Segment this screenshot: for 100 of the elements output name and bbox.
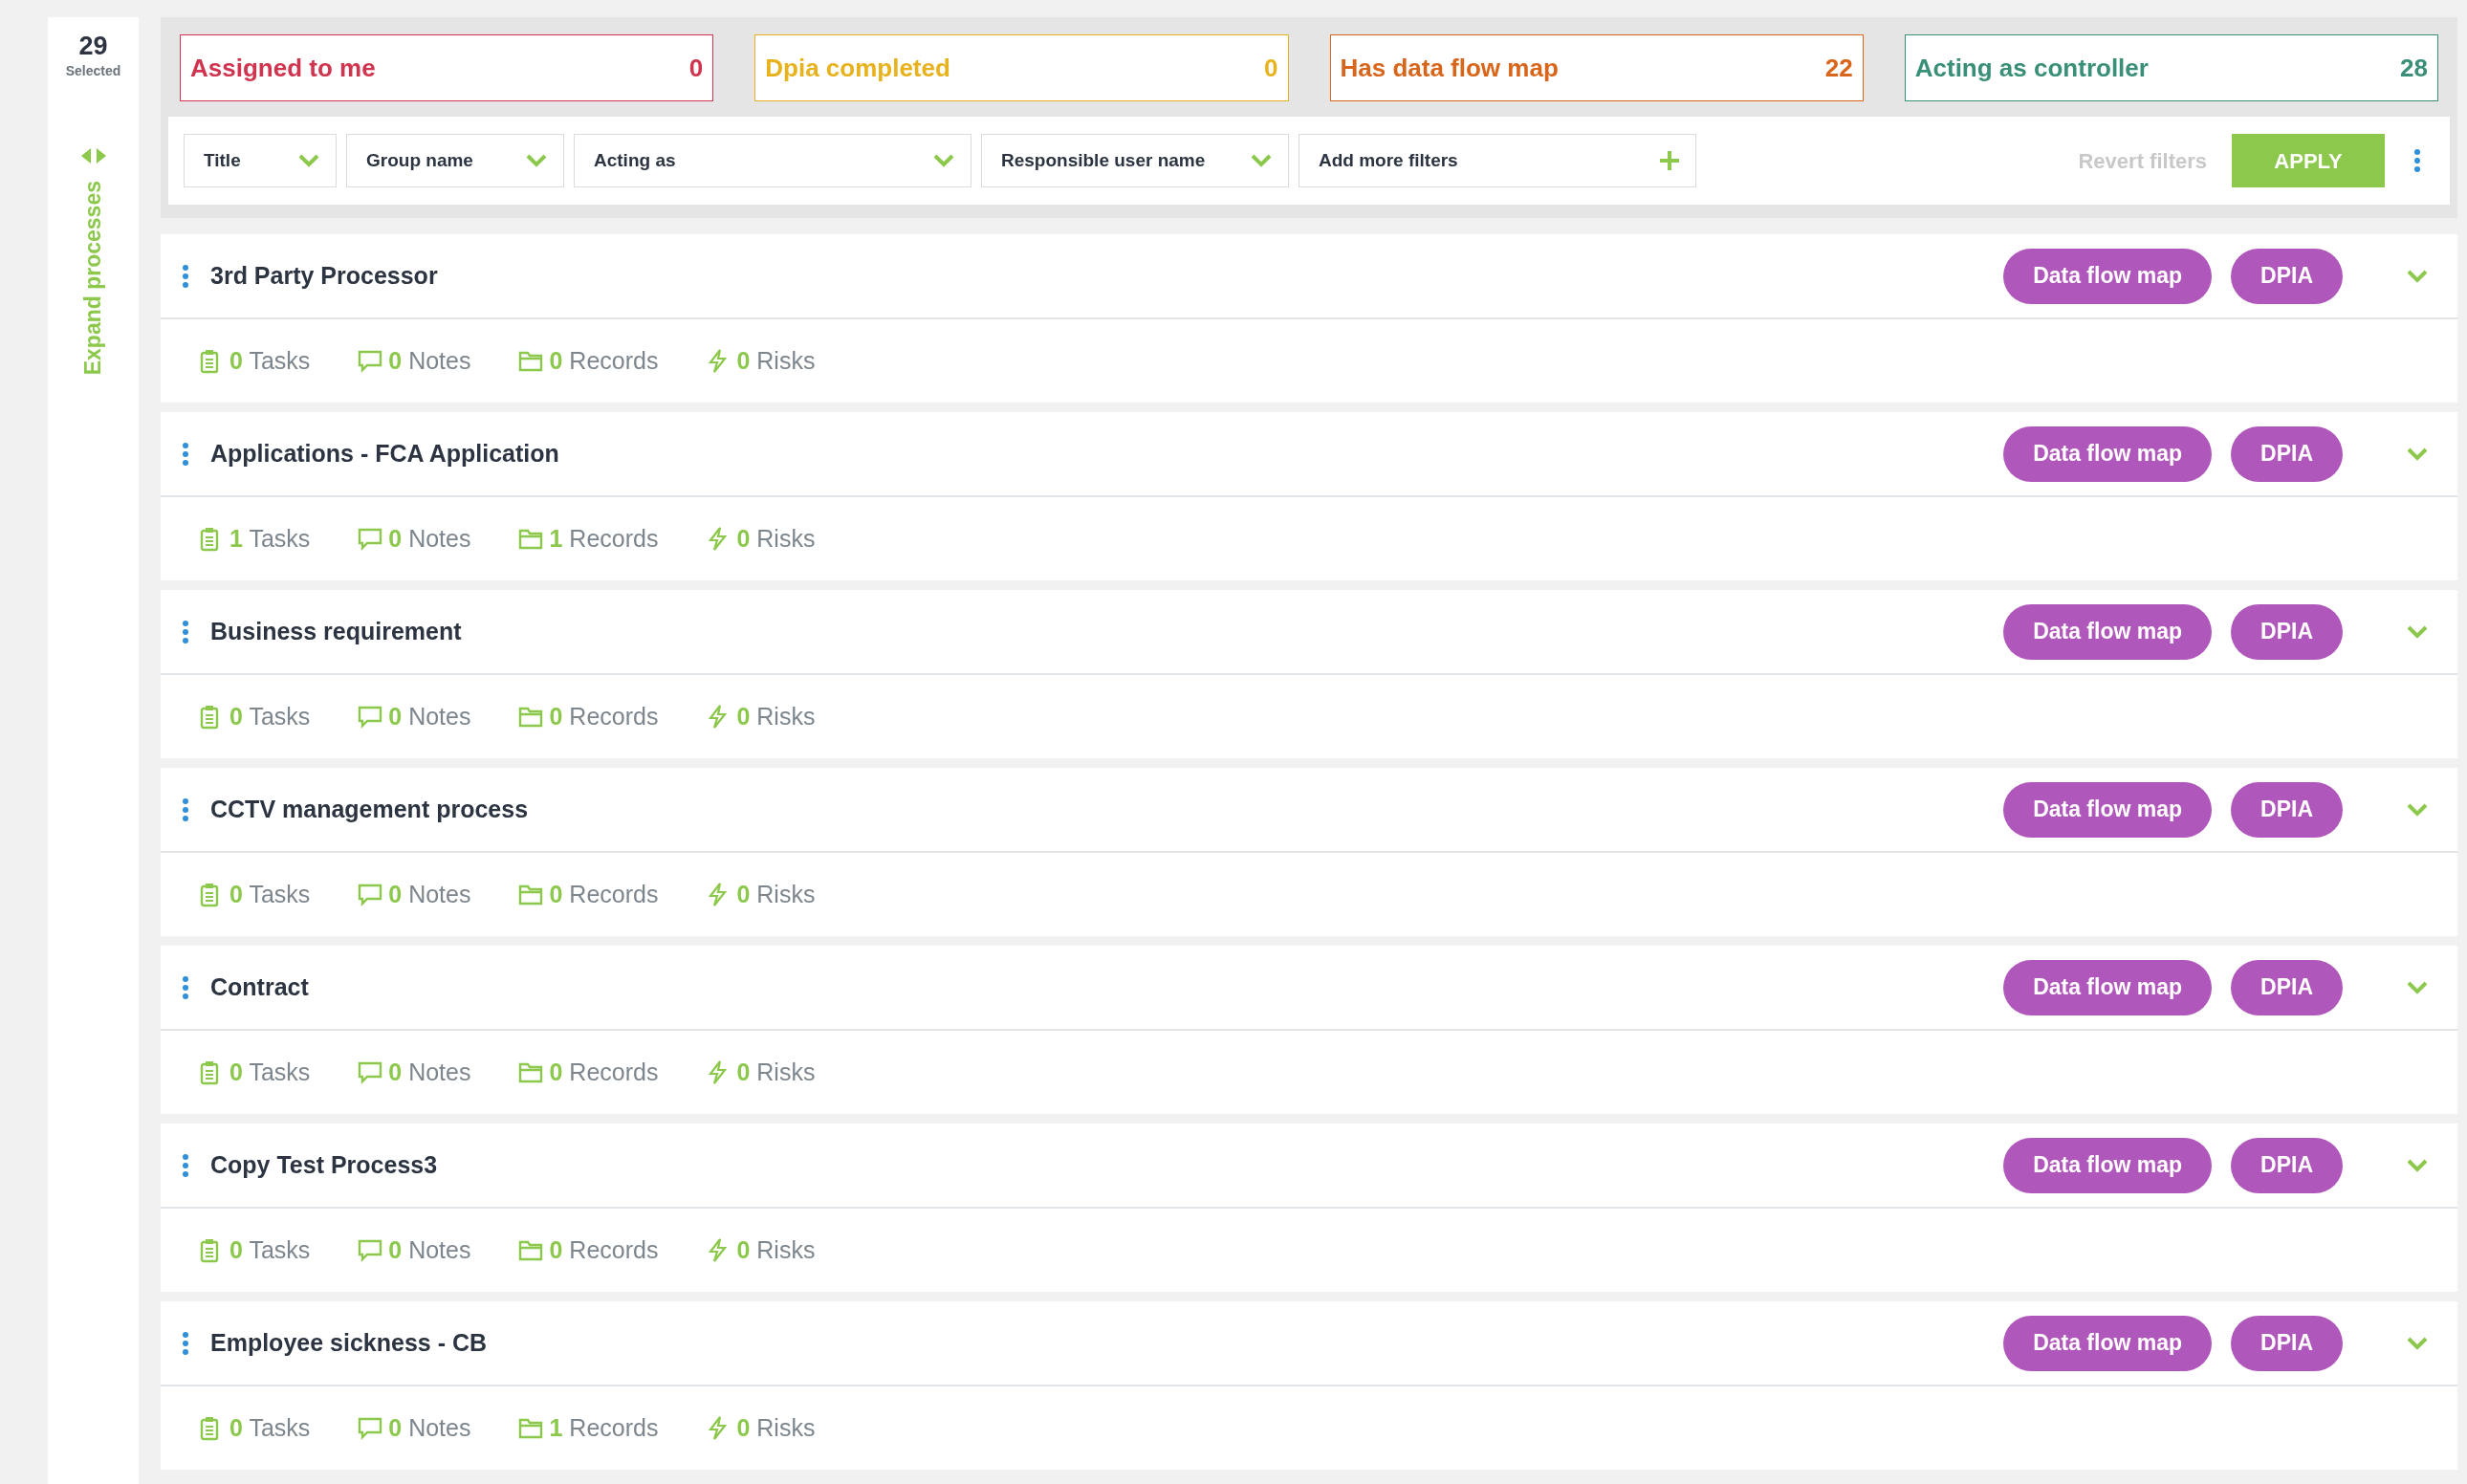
data-flow-map-button[interactable]: Data flow map	[2003, 426, 2213, 482]
stat-label: Has data flow map	[1340, 52, 1559, 84]
process-title[interactable]: Contract	[210, 969, 309, 1006]
filter-label: Acting as	[594, 148, 676, 172]
dpia-button[interactable]: DPIA	[2231, 959, 2343, 1015]
selected-count: 29	[78, 33, 108, 61]
speech-bubble-icon	[358, 348, 383, 374]
speech-bubble-icon	[358, 882, 383, 907]
stat-text: 0 Notes	[388, 345, 471, 376]
more-options-icon[interactable]	[182, 1330, 189, 1356]
stat-text: 0 Risks	[736, 879, 816, 909]
more-options-icon[interactable]	[182, 263, 189, 289]
stat-label: Assigned to me	[190, 52, 376, 84]
dpia-button[interactable]: DPIA	[2231, 248, 2343, 304]
stat-text: 0 Records	[549, 345, 659, 376]
stat-text: 0 Tasks	[229, 701, 311, 731]
data-flow-map-button[interactable]: Data flow map	[2003, 959, 2213, 1015]
process-title[interactable]: Applications - FCA Application	[210, 435, 559, 472]
speech-bubble-icon	[358, 1415, 383, 1441]
stat-text: 1 Records	[549, 1412, 659, 1443]
filter-dropdown[interactable]: Title	[184, 134, 337, 187]
more-options-icon[interactable]	[182, 974, 189, 1000]
stat-text: 0 Risks	[736, 1412, 816, 1443]
add-filter-field[interactable]: Add more filters	[1299, 134, 1696, 187]
process-title[interactable]: CCTV management process	[210, 791, 529, 828]
expand-arrows-icon[interactable]	[80, 147, 106, 164]
stat-text: 0 Tasks	[229, 1057, 311, 1087]
chevron-down-icon	[932, 153, 955, 168]
data-flow-map-button[interactable]: Data flow map	[2003, 1137, 2213, 1193]
stat-count: 22	[1824, 52, 1853, 84]
stat-text: 0 Tasks	[229, 879, 311, 909]
stat-text: 0 Notes	[388, 1057, 471, 1087]
stat-card[interactable]: Assigned to me 0	[180, 34, 714, 101]
data-flow-map-button[interactable]: Data flow map	[2003, 781, 2213, 838]
stat-text: 0 Risks	[736, 701, 816, 731]
stat-text: 0 Notes	[388, 1412, 471, 1443]
stat-count: 28	[2400, 52, 2428, 84]
more-options-icon[interactable]	[182, 797, 189, 822]
selected-label: Selected	[65, 61, 121, 80]
stat-text: 0 Notes	[388, 701, 471, 731]
more-options-icon[interactable]	[182, 619, 189, 644]
stat-text: 0 Tasks	[229, 1412, 311, 1443]
dpia-button[interactable]: DPIA	[2231, 603, 2343, 660]
stat-text: 0 Notes	[388, 1234, 471, 1265]
filter-label: Add more filters	[1319, 148, 1458, 172]
stat-text: 0 Notes	[388, 879, 471, 909]
data-flow-map-button[interactable]: Data flow map	[2003, 603, 2213, 660]
chevron-down-icon	[525, 153, 548, 168]
expand-chevron-icon[interactable]	[2406, 979, 2429, 995]
stat-text: 0 Risks	[736, 523, 816, 554]
filter-dropdown[interactable]: Responsible user name	[981, 134, 1289, 187]
stat-count: 0	[688, 52, 704, 84]
expand-chevron-icon[interactable]	[2406, 268, 2429, 284]
dpia-button[interactable]: DPIA	[2231, 781, 2343, 838]
stat-text: 0 Tasks	[229, 1234, 311, 1265]
expand-chevron-icon[interactable]	[2406, 1335, 2429, 1351]
stat-text: 0 Records	[549, 879, 659, 909]
expand-chevron-icon[interactable]	[2406, 623, 2429, 640]
more-options-icon[interactable]	[182, 1152, 189, 1178]
chevron-down-icon	[297, 153, 320, 168]
filter-dropdown[interactable]: Acting as	[574, 134, 972, 187]
filter-label: Responsible user name	[1001, 148, 1206, 172]
data-flow-map-button[interactable]: Data flow map	[2003, 1315, 2213, 1371]
data-flow-map-button[interactable]: Data flow map	[2003, 248, 2213, 304]
expand-chevron-icon[interactable]	[2406, 801, 2429, 818]
stat-text: 0 Risks	[736, 1234, 816, 1265]
stat-card[interactable]: Has data flow map 22	[1329, 34, 1864, 101]
stat-label: Dpia completed	[765, 52, 950, 84]
filter-dropdown[interactable]: Group name	[346, 134, 564, 187]
process-title[interactable]: Employee sickness - CB	[210, 1324, 487, 1362]
stat-label: Acting as controller	[1914, 52, 2149, 84]
expand-chevron-icon[interactable]	[2406, 1157, 2429, 1173]
process-title[interactable]: Copy Test Process3	[210, 1146, 438, 1184]
dpia-button[interactable]: DPIA	[2231, 1315, 2343, 1371]
plus-icon	[1659, 150, 1680, 171]
speech-bubble-icon	[358, 1059, 383, 1085]
process-title[interactable]: Business requirement	[210, 613, 462, 650]
stat-count: 0	[1264, 52, 1278, 84]
stat-text: 0 Records	[549, 1234, 659, 1265]
stat-text: 0 Tasks	[229, 345, 311, 376]
stat-text: 0 Risks	[736, 345, 816, 376]
filter-label: Group name	[366, 148, 473, 172]
stat-card[interactable]: Acting as controller 28	[1904, 34, 2438, 101]
stat-text: 0 Notes	[388, 523, 471, 554]
stat-text: 0 Records	[549, 701, 659, 731]
process-title[interactable]: 3rd Party Processor	[210, 257, 438, 295]
expand-chevron-icon[interactable]	[2406, 446, 2429, 462]
more-options-icon[interactable]	[182, 441, 189, 467]
dpia-button[interactable]: DPIA	[2231, 1137, 2343, 1193]
stat-text: 1 Records	[549, 523, 659, 554]
filter-label: Title	[204, 148, 241, 172]
dpia-button[interactable]: DPIA	[2231, 426, 2343, 482]
stat-text: 0 Records	[549, 1057, 659, 1087]
chevron-down-icon	[1250, 153, 1273, 168]
speech-bubble-icon	[358, 704, 383, 730]
stat-text: 1 Tasks	[229, 523, 311, 554]
more-options-icon[interactable]	[2413, 148, 2421, 173]
speech-bubble-icon	[358, 526, 383, 552]
speech-bubble-icon	[358, 1237, 383, 1263]
stat-text: 0 Risks	[736, 1057, 816, 1087]
